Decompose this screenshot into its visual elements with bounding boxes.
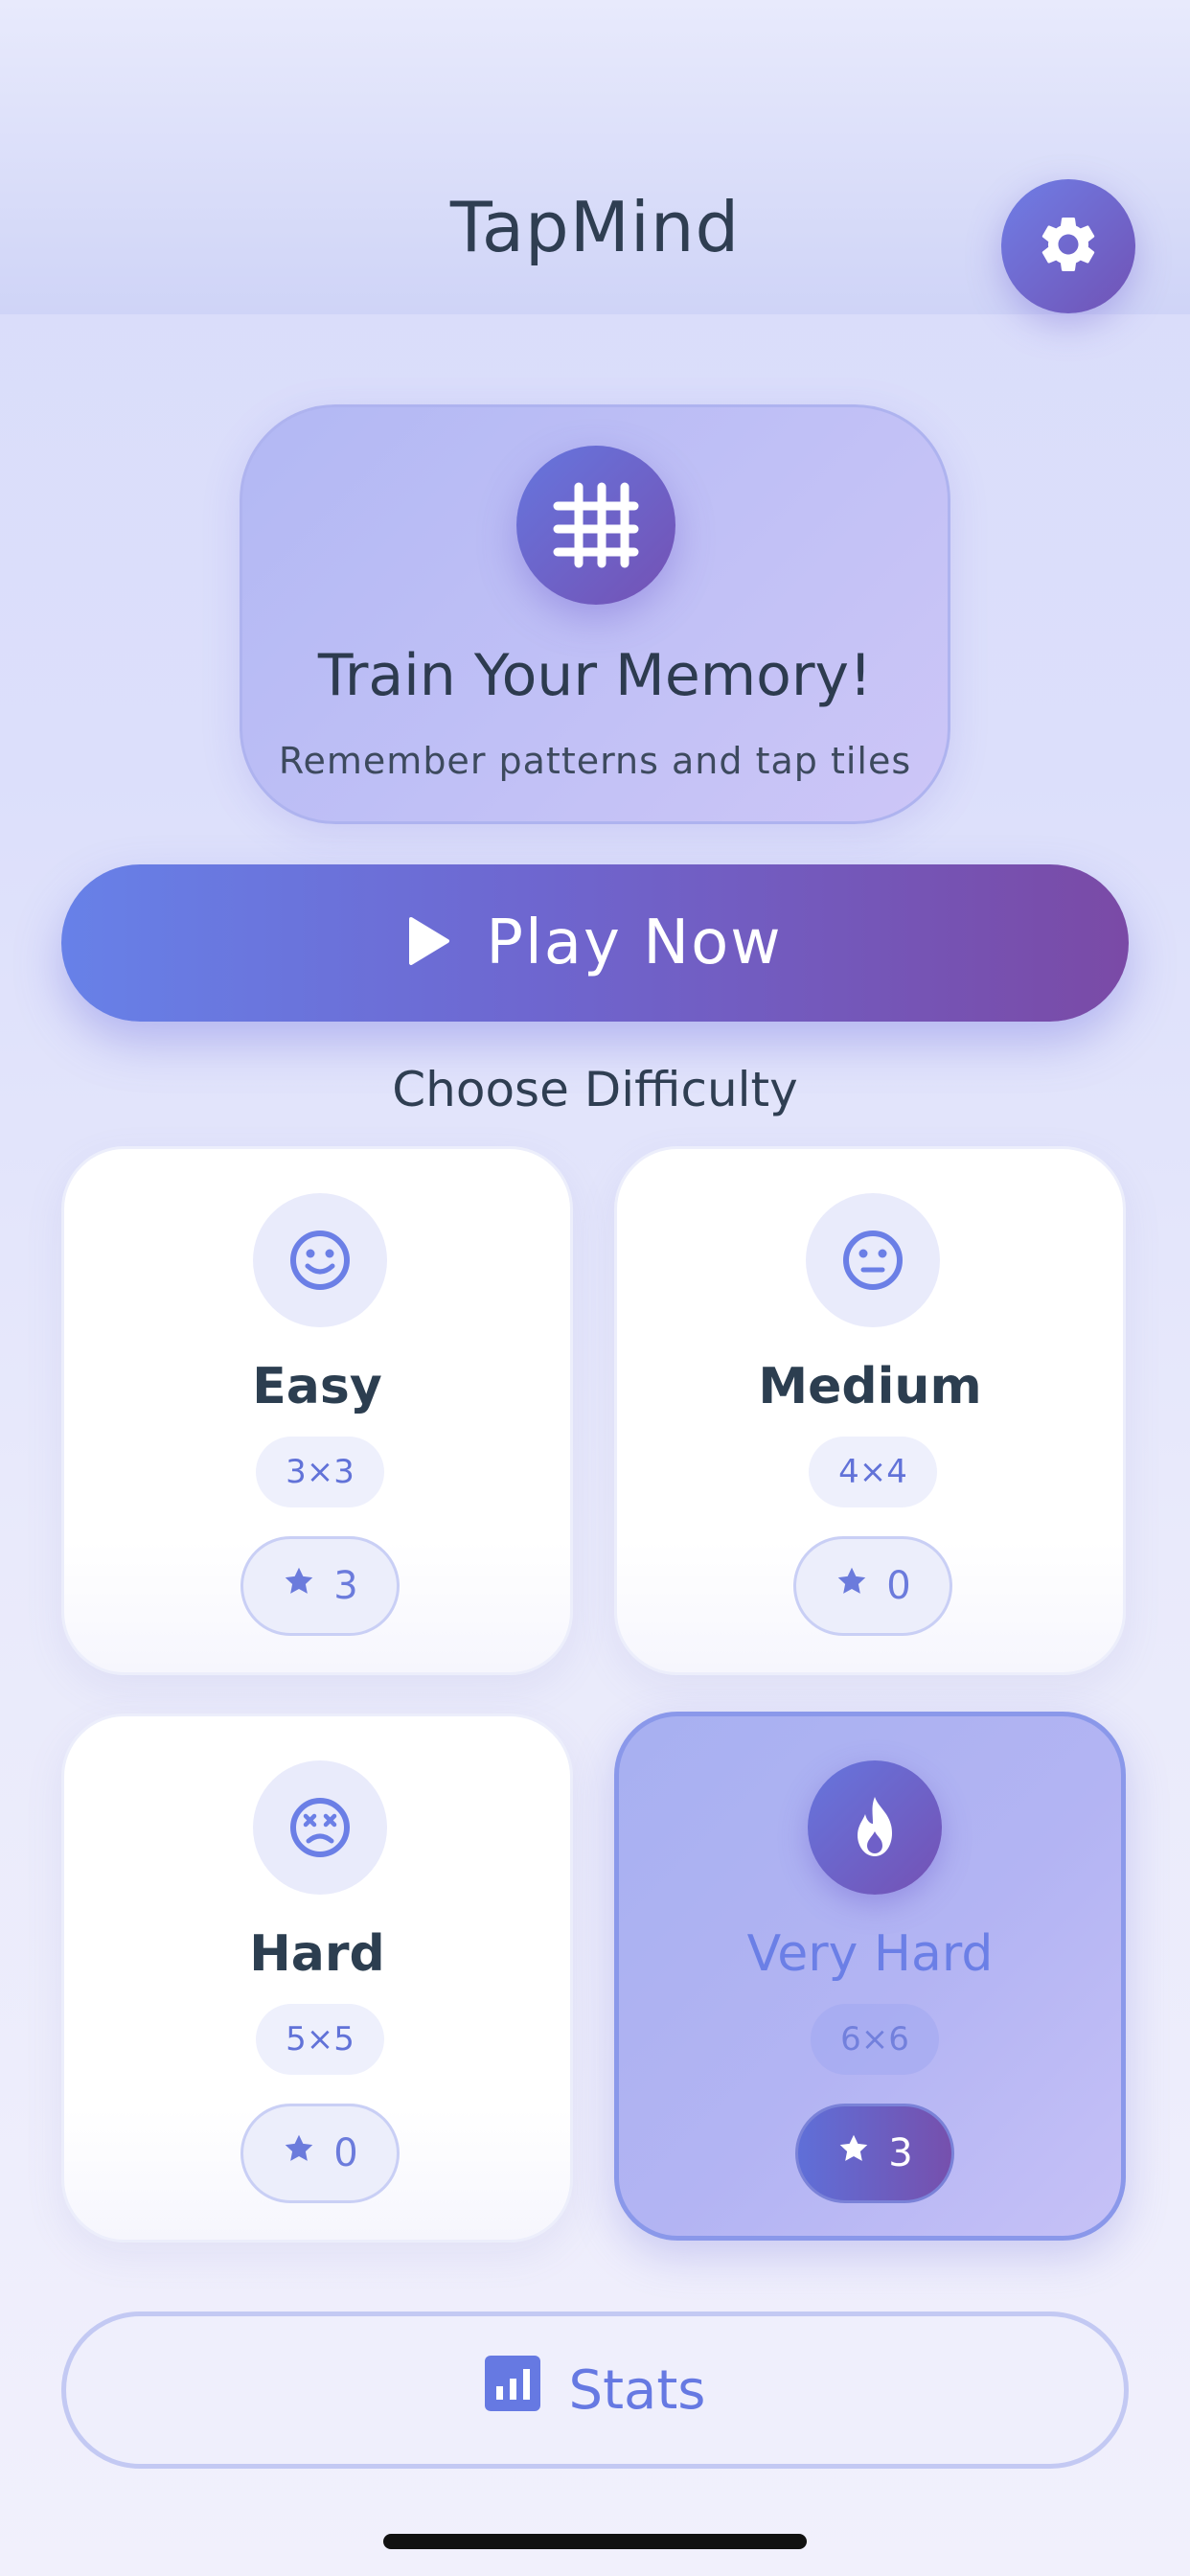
star-count: 0 <box>333 2131 358 2175</box>
hero-title: Train Your Memory! <box>317 642 873 709</box>
hero-subtitle: Remember patterns and tap tiles <box>278 740 912 782</box>
stats-label: Stats <box>568 2358 706 2422</box>
grid-size-badge: 6×6 <box>811 2004 939 2075</box>
difficulty-name: Medium <box>758 1358 982 1415</box>
play-icon <box>407 915 451 971</box>
gear-icon <box>1035 211 1102 282</box>
star-icon <box>282 2131 316 2175</box>
chart-icon <box>484 2356 540 2425</box>
home-indicator[interactable] <box>383 2534 807 2549</box>
stats-button[interactable]: Stats <box>61 2312 1129 2469</box>
difficulty-card-very-hard[interactable]: Very Hard 6×6 3 <box>614 1712 1126 2241</box>
grid-size-badge: 4×4 <box>809 1437 937 1507</box>
star-icon <box>836 2131 871 2175</box>
star-count: 0 <box>886 1564 911 1608</box>
hero-card: Train Your Memory! Remember patterns and… <box>240 404 950 824</box>
star-icon <box>835 1564 869 1608</box>
star-badge: 3 <box>795 2104 954 2203</box>
star-count: 3 <box>888 2131 913 2175</box>
play-now-button[interactable]: Play Now <box>61 864 1129 1022</box>
grid-icon <box>516 446 675 605</box>
neutral-face-icon <box>806 1193 940 1327</box>
smile-icon <box>253 1193 387 1327</box>
grid-size-badge: 5×5 <box>256 2004 384 2075</box>
difficulty-name: Hard <box>249 1925 385 1983</box>
dizzy-face-icon <box>253 1760 387 1895</box>
star-count: 3 <box>333 1564 358 1608</box>
star-badge: 3 <box>240 1536 400 1636</box>
grid-size-badge: 3×3 <box>256 1437 384 1507</box>
difficulty-card-easy[interactable]: Easy 3×3 3 <box>61 1146 573 1675</box>
difficulty-name: Easy <box>252 1358 382 1415</box>
difficulty-heading: Choose Difficulty <box>392 1062 798 1117</box>
star-badge: 0 <box>240 2104 400 2203</box>
difficulty-card-hard[interactable]: Hard 5×5 0 <box>61 1714 573 2242</box>
star-badge: 0 <box>793 1536 952 1636</box>
difficulty-name: Very Hard <box>746 1925 994 1983</box>
play-now-label: Play Now <box>486 908 783 978</box>
fire-icon <box>808 1760 942 1895</box>
star-icon <box>282 1564 316 1608</box>
settings-button[interactable] <box>1001 179 1135 313</box>
difficulty-card-medium[interactable]: Medium 4×4 0 <box>614 1146 1126 1675</box>
